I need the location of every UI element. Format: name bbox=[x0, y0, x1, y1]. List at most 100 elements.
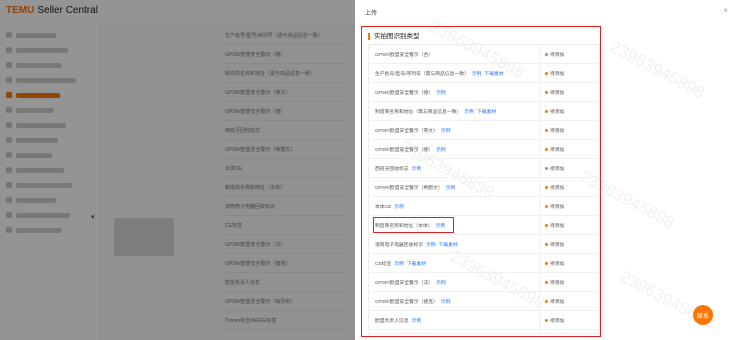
status-dot-icon bbox=[545, 167, 548, 171]
status-dot-icon bbox=[545, 72, 548, 76]
label-type-row: CE标签 示例 下载素材 待添加 bbox=[369, 254, 599, 273]
label-type-row: GPSR/欧盟安全警示（德） 示例 待添加 bbox=[369, 83, 599, 102]
status-text: 待添加 bbox=[550, 224, 565, 229]
status-text: 待添加 bbox=[550, 281, 565, 286]
label-type-row: 西班牙回收标志 示例 待添加 bbox=[369, 159, 599, 178]
label-type-text: 本体CE bbox=[375, 205, 392, 210]
status-badge: 待添加 bbox=[545, 108, 564, 115]
status-dot-icon bbox=[545, 262, 548, 266]
label-type-text: 生产批号/型号/序列号（需与商品信息一致） bbox=[375, 72, 469, 77]
status-badge: 待添加 bbox=[545, 203, 564, 210]
status-text: 待添加 bbox=[550, 167, 565, 172]
watermark-text: 23963945898 bbox=[606, 36, 708, 103]
label-type-row: 欧盟负责人信息 示例 待添加 bbox=[369, 311, 599, 330]
status-badge: 待添加 bbox=[545, 279, 564, 286]
status-badge: 待添加 bbox=[545, 51, 564, 58]
drawer-title: 上传 bbox=[365, 11, 378, 17]
example-link[interactable]: 示例 bbox=[446, 186, 456, 191]
label-type-name: GPSR/欧盟安全警示（德） 示例 bbox=[375, 146, 446, 153]
download-material-link[interactable]: 下载素材 bbox=[484, 72, 503, 77]
example-link[interactable]: 示例 bbox=[426, 243, 436, 248]
label-type-text: GPSR/欧盟安全警示（德） bbox=[375, 91, 434, 96]
download-material-link[interactable]: 下载素材 bbox=[439, 243, 458, 248]
label-type-name: 制造商名称和地址（需与商品信息一致） 示例 下载素材 bbox=[375, 108, 496, 115]
example-link[interactable]: 示例 bbox=[394, 262, 404, 267]
label-type-name: GPSR/欧盟安全警示（英文） 示例 bbox=[375, 127, 451, 134]
status-text: 待添加 bbox=[550, 186, 565, 191]
example-link[interactable]: 示例 bbox=[394, 205, 404, 210]
label-type-row: 本体CE 示例 待添加 bbox=[369, 197, 599, 216]
status-dot-icon bbox=[545, 186, 548, 190]
status-dot-icon bbox=[545, 53, 548, 57]
status-text: 待添加 bbox=[550, 91, 565, 96]
label-type-name: GPSR/欧盟安全警示（合） bbox=[375, 51, 433, 58]
label-type-row: GPSR/欧盟安全警示（希腊文） 示例 待添加 bbox=[369, 178, 599, 197]
example-link[interactable]: 示例 bbox=[436, 148, 446, 153]
label-type-name: 生产批号/型号/序列号（需与商品信息一致） 示例 下载素材 bbox=[375, 70, 504, 77]
annotation-frame: 实拍图识别类型 GPSR/欧盟安全警示（合） 待添加 生产批号/型号/序列号（需与商… bbox=[361, 26, 601, 337]
status-badge: 待添加 bbox=[545, 241, 564, 248]
label-type-name: GPSR/欧盟安全警示（捷克） 示例 bbox=[375, 298, 451, 305]
example-link[interactable]: 示例 bbox=[441, 129, 451, 134]
status-dot-icon bbox=[545, 148, 548, 152]
highlight-box bbox=[373, 217, 454, 233]
download-material-link[interactable]: 下载素材 bbox=[477, 110, 496, 115]
label-type-row: GPSR/欧盟安全警示（合） 待添加 bbox=[369, 45, 599, 64]
label-type-row: 制造商名称和地址（本体） 示例 待添加 bbox=[369, 216, 599, 235]
status-dot-icon bbox=[545, 224, 548, 228]
label-type-name: GPSR/欧盟安全警示（法） 示例 bbox=[375, 279, 446, 286]
status-dot-icon bbox=[545, 110, 548, 114]
close-icon[interactable]: × bbox=[723, 6, 728, 15]
example-link[interactable]: 示例 bbox=[436, 281, 446, 286]
label-type-text: 欧盟负责人信息 bbox=[375, 319, 409, 324]
status-badge: 待添加 bbox=[545, 89, 564, 96]
status-text: 待添加 bbox=[550, 53, 565, 58]
label-type-table: GPSR/欧盟安全警示（合） 待添加 生产批号/型号/序列号（需与商品信息一致） 示例… bbox=[368, 44, 600, 334]
label-type-name: GPSR/欧盟安全警示（德） 示例 bbox=[375, 89, 446, 96]
example-link[interactable]: 示例 bbox=[472, 72, 482, 77]
status-text: 待添加 bbox=[550, 262, 565, 267]
status-text: 待添加 bbox=[550, 110, 565, 115]
status-badge: 待添加 bbox=[545, 222, 564, 229]
label-type-row: GPSR/欧盟安全警示（捷克） 示例 待添加 bbox=[369, 292, 599, 311]
status-badge: 待添加 bbox=[545, 317, 564, 324]
example-link[interactable]: 示例 bbox=[464, 110, 474, 115]
status-dot-icon bbox=[545, 319, 548, 323]
label-type-name: 本体CE 示例 bbox=[375, 203, 404, 210]
status-text: 待添加 bbox=[550, 319, 565, 324]
upload-drawer: 上传 × 23963945898 23963945898 23963945898 23… bbox=[355, 0, 736, 340]
status-text: 待添加 bbox=[550, 148, 565, 153]
status-badge: 待添加 bbox=[545, 260, 564, 267]
label-type-text: GPSR/欧盟安全警示（英文） bbox=[375, 129, 438, 134]
status-text: 待添加 bbox=[550, 72, 565, 77]
section-title: 实拍图识别类型 bbox=[368, 33, 420, 40]
status-dot-icon bbox=[545, 243, 548, 247]
download-material-link[interactable]: 下载素材 bbox=[407, 262, 426, 267]
support-icon[interactable]: 联系 bbox=[693, 305, 713, 325]
label-type-row: GPSR/欧盟安全警示（德） 示例 待添加 bbox=[369, 140, 599, 159]
status-dot-icon bbox=[545, 205, 548, 209]
example-link[interactable]: 示例 bbox=[436, 91, 446, 96]
label-type-row: 生产批号/型号/序列号（需与商品信息一致） 示例 下载素材 待添加 bbox=[369, 64, 599, 83]
label-type-text: GPSR/欧盟安全警示（希腊文） bbox=[375, 186, 443, 191]
status-dot-icon bbox=[545, 281, 548, 285]
label-type-row: 滚筒电子电器回收标识 示例 下载素材 待添加 bbox=[369, 235, 599, 254]
label-type-name: CE标签 示例 下载素材 bbox=[375, 260, 426, 267]
label-type-text: 制造商名称和地址（需与商品信息一致） bbox=[375, 110, 462, 115]
status-badge: 待添加 bbox=[545, 127, 564, 134]
label-type-row: 制造商名称和地址（需与商品信息一致） 示例 下载素材 待添加 bbox=[369, 102, 599, 121]
label-type-text: GPSR/欧盟安全警示（合） bbox=[375, 53, 434, 58]
label-type-row: GPSR/欧盟安全警示（法） 示例 待添加 bbox=[369, 273, 599, 292]
example-link[interactable]: 示例 bbox=[441, 300, 451, 305]
status-badge: 待添加 bbox=[545, 165, 564, 172]
example-link[interactable]: 示例 bbox=[412, 167, 422, 172]
label-type-name: 滚筒电子电器回收标识 示例 下载素材 bbox=[375, 241, 458, 248]
label-type-name: 欧盟负责人信息 示例 bbox=[375, 317, 421, 324]
status-badge: 待添加 bbox=[545, 184, 564, 191]
example-link[interactable]: 示例 bbox=[412, 319, 422, 324]
status-dot-icon bbox=[545, 91, 548, 95]
label-type-text: GPSR/欧盟安全警示（法） bbox=[375, 281, 434, 286]
label-type-text: GPSR/欧盟安全警示（捷克） bbox=[375, 300, 438, 305]
label-type-name: 西班牙回收标志 示例 bbox=[375, 165, 421, 172]
status-dot-icon bbox=[545, 129, 548, 133]
